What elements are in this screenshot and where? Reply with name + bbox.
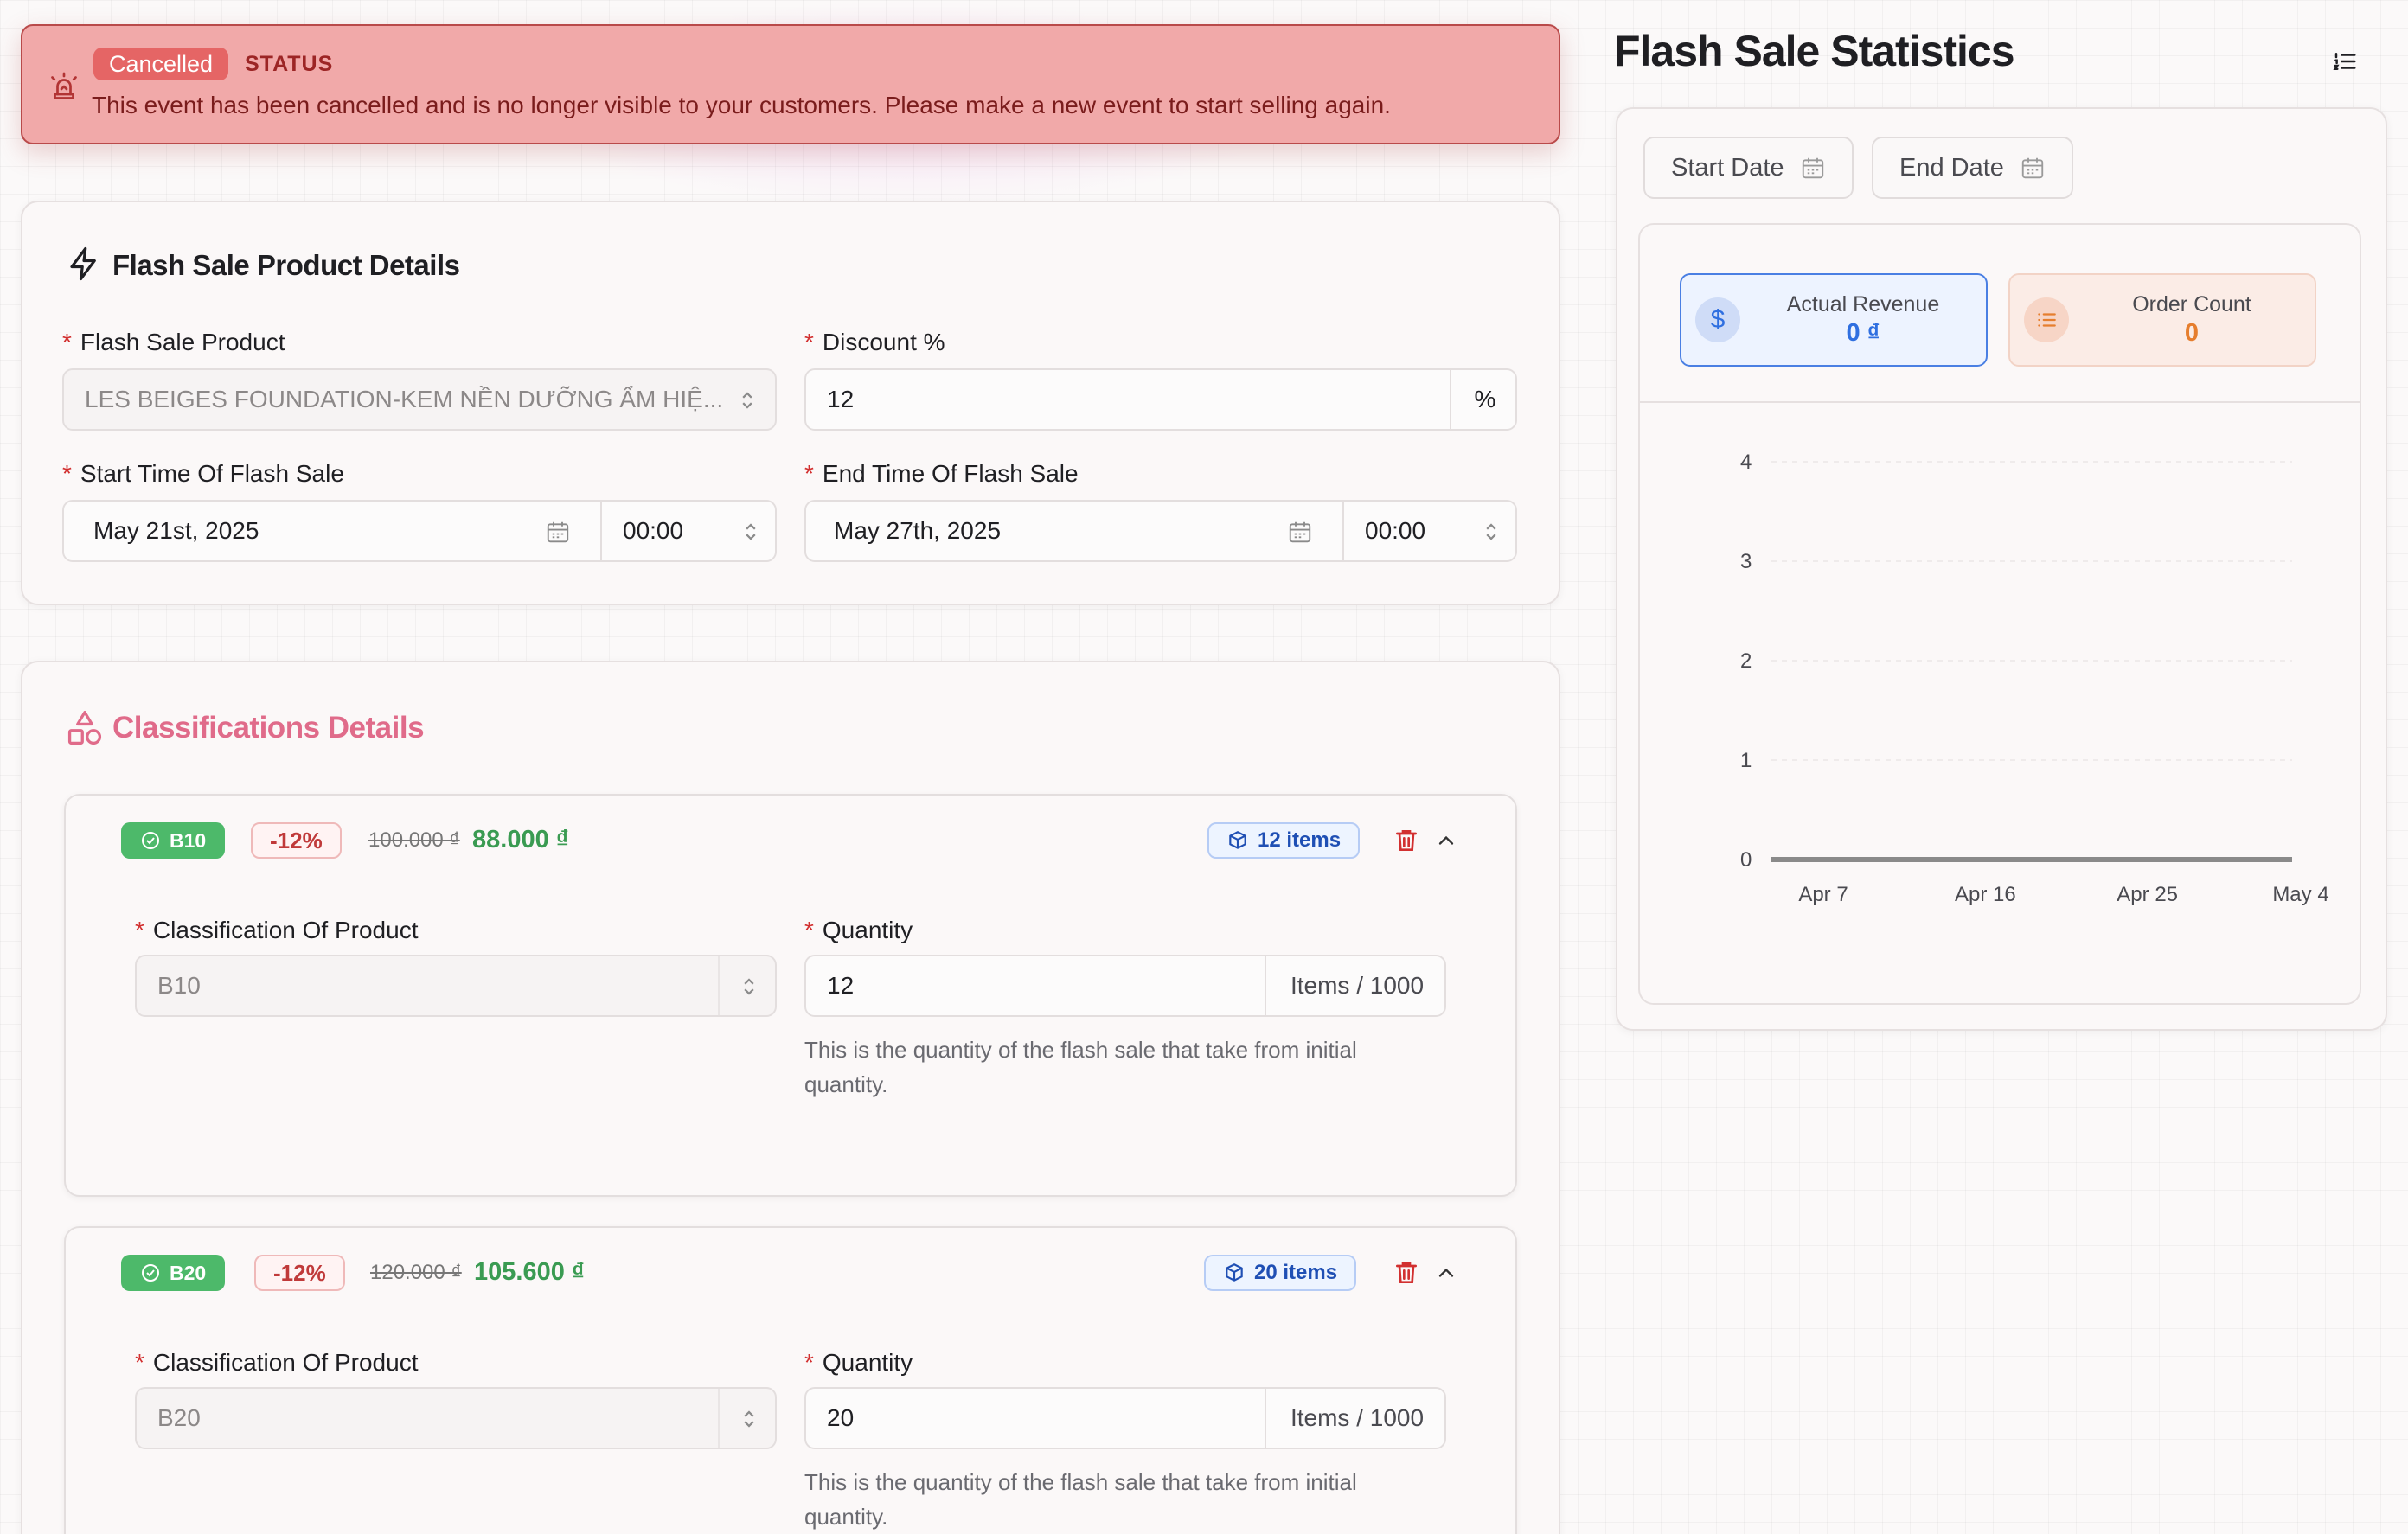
delete-icon[interactable] [1393, 1258, 1420, 1288]
quantity-suffix: Items / 1000 [1265, 956, 1444, 1015]
classification-value: B10 [157, 972, 201, 999]
end-time-select[interactable]: 00:00 [1342, 502, 1515, 560]
classification-label: * Classification Of Product [135, 917, 419, 943]
y-tick-label: 4 [1740, 451, 1752, 474]
discount-label: * Discount % [804, 329, 945, 355]
quantity-value: 20 [827, 1404, 855, 1431]
list-icon[interactable] [2332, 48, 2358, 74]
collapse-chevron-icon[interactable] [1434, 1261, 1458, 1285]
check-circle-icon [142, 1264, 159, 1282]
product-select[interactable]: LES BEIGES FOUNDATION-KEM NỀN DƯỠNG ẨM H… [62, 368, 777, 431]
items-count-badge: 12 items [1207, 822, 1361, 859]
status-badge: Cancelled [93, 48, 229, 80]
quantity-help-text: This is the quantity of the flash sale t… [804, 1037, 1357, 1097]
end-date-picker[interactable]: May 27th, 2025 00:00 [804, 500, 1517, 562]
y-tick-label: 3 [1740, 550, 1752, 573]
siren-icon [48, 71, 80, 102]
new-price: 88.000 ₫ [472, 826, 569, 853]
quantity-label: * Quantity [804, 1349, 913, 1376]
start-time-select[interactable]: 00:00 [600, 502, 775, 560]
calendar-icon [2021, 157, 2044, 179]
x-tick-label: Apr 7 [1798, 883, 1848, 906]
delete-icon[interactable] [1393, 826, 1420, 855]
list-ordered-icon [2024, 297, 2069, 342]
collapse-chevron-icon[interactable] [1434, 828, 1458, 853]
end-time-value: 00:00 [1365, 517, 1426, 544]
calendar-icon [1289, 521, 1311, 543]
chevron-updown-icon [744, 1410, 754, 1428]
end-date-button[interactable]: End Date [1872, 137, 2073, 199]
quantity-suffix: Items / 1000 [1265, 1389, 1444, 1448]
quantity-help-text: This is the quantity of the flash sale t… [804, 1469, 1357, 1530]
quantity-label: * Quantity [804, 917, 913, 943]
orders-label: Order Count [2132, 292, 2251, 316]
lightning-icon [66, 246, 102, 282]
old-price: 120.000 ₫ [370, 1261, 462, 1284]
y-tick-label: 0 [1740, 848, 1752, 872]
statistics-title: Flash Sale Statistics [1614, 27, 2015, 75]
start-time-label: * Start Time Of Flash Sale [62, 460, 344, 487]
start-date-picker[interactable]: May 21st, 2025 00:00 [62, 500, 777, 562]
discount-badge: -12% [251, 822, 342, 859]
classification-select[interactable]: B20 [135, 1387, 777, 1449]
quantity-value: 12 [827, 972, 855, 999]
discount-badge: -12% [254, 1255, 345, 1291]
box-icon [1229, 831, 1246, 849]
quantity-input[interactable]: 12 Items / 1000 [804, 955, 1446, 1017]
divider [1640, 401, 2360, 403]
end-date-value: May 27th, 2025 [834, 517, 1002, 544]
chevron-updown-icon [1486, 523, 1496, 540]
classifications-title: Classifications Details [112, 711, 425, 745]
orders-value: 0 [2184, 319, 2200, 347]
line-chart: 0 1 2 3 4 Apr 7 Apr 16 Apr 25 May 4 [1740, 451, 2329, 906]
revenue-label: Actual Revenue [1786, 292, 1940, 316]
classification-value: B20 [157, 1404, 201, 1431]
check-circle-icon [142, 832, 159, 849]
x-tick-label: Apr 16 [1955, 883, 2016, 906]
chevron-updown-icon [746, 523, 756, 540]
new-price: 105.600 ₫ [474, 1258, 585, 1286]
discount-input[interactable]: 12 % [804, 368, 1517, 431]
start-time-value: 00:00 [623, 517, 684, 544]
x-tick-label: Apr 25 [2117, 883, 2178, 906]
classification-code-badge: B20 [121, 1255, 226, 1291]
quantity-input[interactable]: 20 Items / 1000 [804, 1387, 1446, 1449]
classification-select-toggle [718, 956, 775, 1015]
shapes-icon [66, 709, 104, 747]
calendar-icon [547, 521, 569, 543]
calendar-icon [1802, 157, 1823, 179]
y-tick-label: 1 [1740, 749, 1752, 772]
product-section-title: Flash Sale Product Details [112, 249, 460, 281]
order-count-metric[interactable]: Order Count 0 [2008, 273, 2316, 367]
start-date-button[interactable]: Start Date [1643, 137, 1854, 199]
end-time-label: * End Time Of Flash Sale [804, 460, 1079, 487]
status-label: STATUS [245, 52, 334, 76]
chevron-updown-icon [742, 392, 752, 409]
classification-code-badge: B10 [121, 822, 226, 859]
cancelled-alert [21, 24, 1560, 144]
alert-message: This event has been cancelled and is no … [92, 92, 1391, 118]
classification-select-toggle [718, 1389, 775, 1448]
y-tick-label: 2 [1740, 649, 1752, 673]
dollar-icon: $ [1695, 297, 1740, 342]
revenue-value: 0 ₫ [1846, 319, 1880, 347]
box-icon [1226, 1263, 1243, 1282]
classification-label: * Classification Of Product [135, 1349, 419, 1376]
revenue-metric[interactable]: $ Actual Revenue 0 ₫ [1680, 273, 1988, 367]
old-price: 100.000 ₫ [368, 828, 460, 852]
start-date-value: May 21st, 2025 [93, 517, 259, 544]
classification-select[interactable]: B10 [135, 955, 777, 1017]
product-label: * Flash Sale Product [62, 329, 285, 355]
discount-value: 12 [827, 386, 855, 412]
discount-unit: % [1450, 370, 1515, 429]
product-select-value: LES BEIGES FOUNDATION-KEM NỀN DƯỠNG ẨM H… [85, 386, 724, 412]
items-count-badge: 20 items [1204, 1255, 1357, 1291]
chevron-updown-icon [744, 978, 754, 995]
x-tick-label: May 4 [2272, 883, 2328, 906]
